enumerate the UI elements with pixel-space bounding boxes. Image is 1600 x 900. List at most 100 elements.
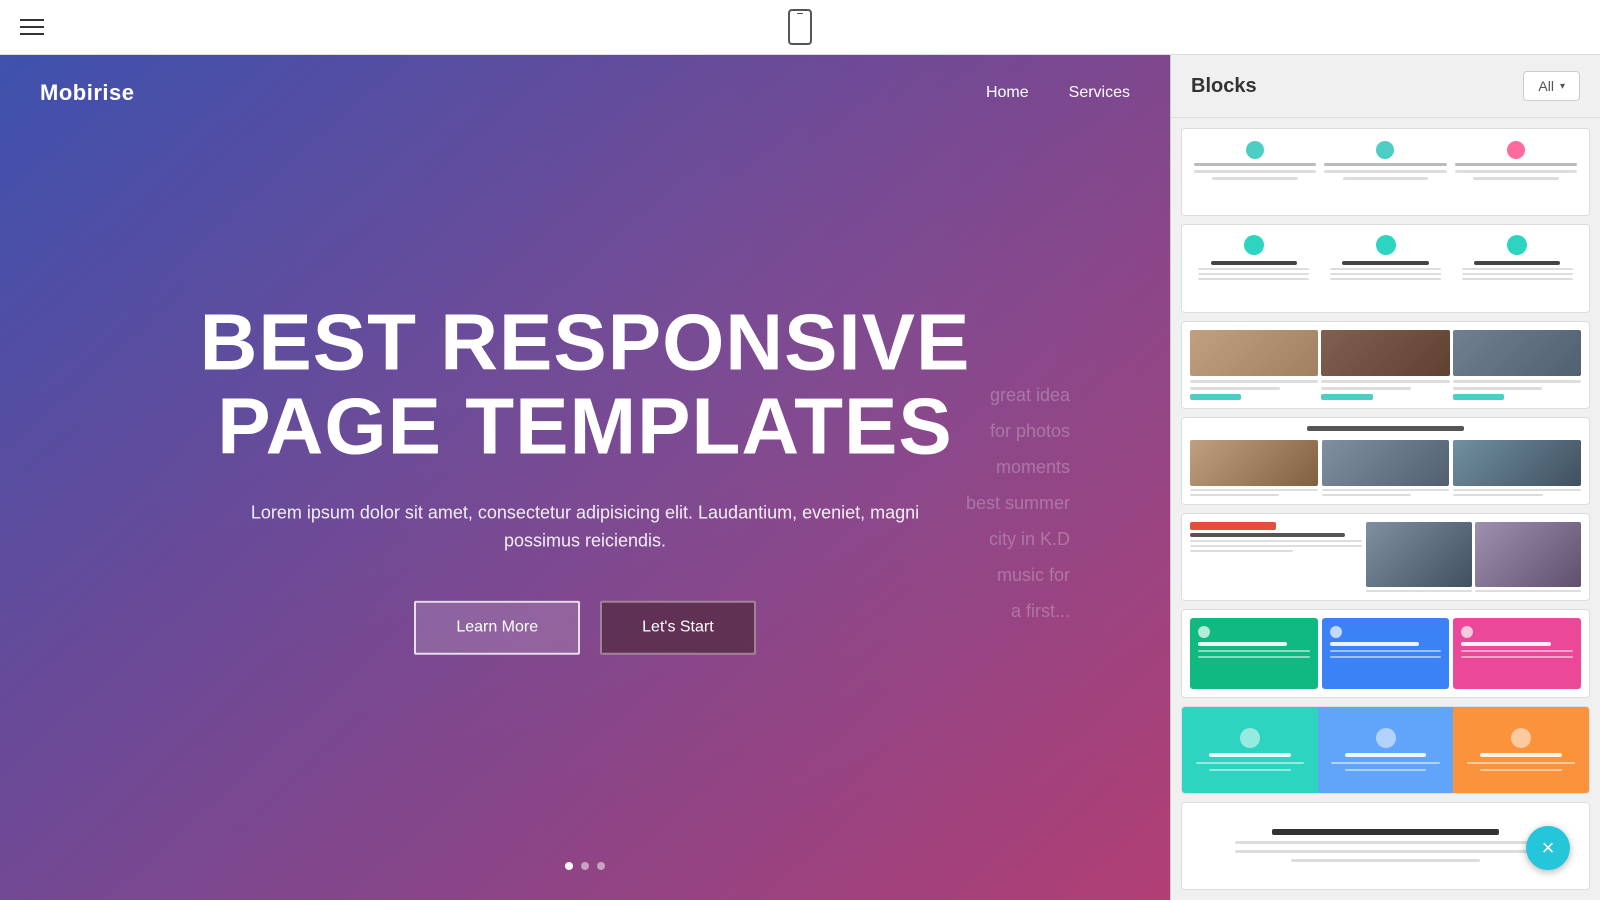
block-preview bbox=[1182, 225, 1589, 311]
box-col-teal bbox=[1182, 707, 1318, 793]
hero-content: BEST RESPONSIVE PAGE TEMPLATES Lorem ips… bbox=[135, 300, 1035, 655]
feature-col-1 bbox=[1194, 141, 1316, 180]
blog-text bbox=[1453, 489, 1581, 491]
f2-title bbox=[1211, 261, 1298, 265]
svc-col-pink bbox=[1453, 618, 1581, 688]
blog-col-2 bbox=[1322, 440, 1450, 496]
box-icon bbox=[1376, 728, 1396, 748]
f2-line bbox=[1462, 268, 1573, 270]
svc-line bbox=[1330, 656, 1442, 658]
hero-carousel-dots bbox=[565, 862, 605, 870]
block-thumbnail-features-teal[interactable] bbox=[1181, 224, 1590, 312]
f2-line bbox=[1198, 278, 1309, 280]
block-preview bbox=[1182, 707, 1589, 793]
feature-icon-3 bbox=[1507, 141, 1525, 159]
block-thumbnail-news[interactable] bbox=[1181, 513, 1590, 601]
blog-text bbox=[1453, 494, 1542, 496]
f2-line bbox=[1330, 268, 1441, 270]
box-text bbox=[1480, 769, 1561, 771]
svc-line bbox=[1461, 650, 1573, 652]
f2-title bbox=[1474, 261, 1561, 265]
photo-text bbox=[1190, 387, 1280, 390]
box-text bbox=[1467, 762, 1576, 764]
svc-col-blue bbox=[1322, 618, 1450, 688]
feature-icon-2 bbox=[1376, 141, 1394, 159]
learn-more-button[interactable]: Learn More bbox=[414, 601, 580, 655]
news-badge bbox=[1190, 522, 1276, 530]
carousel-dot-2[interactable] bbox=[581, 862, 589, 870]
news-left bbox=[1190, 522, 1362, 592]
svc-line bbox=[1330, 650, 1442, 652]
text-line bbox=[1455, 163, 1577, 166]
photo-text bbox=[1190, 380, 1318, 383]
f2-icon-3 bbox=[1507, 235, 1527, 255]
block-preview bbox=[1182, 129, 1589, 192]
blocks-panel-title: Blocks bbox=[1191, 75, 1257, 98]
f2-col-1 bbox=[1192, 235, 1316, 280]
f2-icon-2 bbox=[1376, 235, 1396, 255]
nav-services[interactable]: Services bbox=[1069, 84, 1130, 102]
nav-home[interactable]: Home bbox=[986, 84, 1029, 102]
news-img-2 bbox=[1475, 522, 1581, 587]
blog-col-1 bbox=[1190, 440, 1318, 496]
blog-row bbox=[1190, 440, 1581, 496]
news-img-1 bbox=[1366, 522, 1472, 587]
hamburger-menu[interactable] bbox=[20, 19, 44, 35]
hero-subtitle: Lorem ipsum dolor sit amet, consectetur … bbox=[235, 498, 935, 556]
svc-col-green bbox=[1190, 618, 1318, 688]
f2-icon-1 bbox=[1244, 235, 1264, 255]
svc-line bbox=[1198, 650, 1310, 652]
blog-img-3 bbox=[1453, 440, 1581, 486]
box-text bbox=[1345, 769, 1426, 771]
text-line bbox=[1324, 163, 1446, 166]
svc-icon bbox=[1461, 626, 1473, 638]
photo-text bbox=[1453, 380, 1581, 383]
close-blocks-panel-button[interactable]: × bbox=[1526, 826, 1570, 870]
text-line bbox=[1343, 177, 1429, 180]
photo-text bbox=[1321, 387, 1411, 390]
svc-icon bbox=[1198, 626, 1210, 638]
box-text bbox=[1331, 762, 1440, 764]
block-preview bbox=[1182, 610, 1589, 696]
blog-title bbox=[1307, 426, 1463, 431]
news-text bbox=[1475, 590, 1581, 592]
carousel-dot-1[interactable] bbox=[565, 862, 573, 870]
photo-img-3 bbox=[1453, 330, 1581, 376]
feature-icon-1 bbox=[1246, 141, 1264, 159]
photo-btn bbox=[1190, 394, 1241, 400]
text-line bbox=[1194, 170, 1316, 173]
toolbar bbox=[0, 0, 1600, 55]
block-thumbnail-blog-grid[interactable] bbox=[1181, 417, 1590, 505]
carousel-dot-3[interactable] bbox=[597, 862, 605, 870]
filter-label: All bbox=[1538, 78, 1554, 94]
hamburger-line-1 bbox=[20, 19, 44, 21]
f2-line bbox=[1462, 273, 1573, 275]
f2-title bbox=[1342, 261, 1429, 265]
news-line bbox=[1190, 550, 1293, 552]
phone-icon bbox=[788, 9, 812, 45]
news-right bbox=[1366, 522, 1581, 592]
blocks-list bbox=[1171, 118, 1600, 900]
f2-line bbox=[1198, 268, 1309, 270]
news-img-col-2 bbox=[1475, 522, 1581, 592]
box-title bbox=[1480, 753, 1561, 757]
f2-line bbox=[1198, 273, 1309, 275]
box-col-orange bbox=[1453, 707, 1589, 793]
svc-line bbox=[1461, 656, 1573, 658]
blocks-filter-button[interactable]: All ▾ bbox=[1523, 71, 1580, 101]
photo-text bbox=[1321, 380, 1449, 383]
lets-start-button[interactable]: Let's Start bbox=[600, 601, 756, 655]
blog-text bbox=[1322, 494, 1411, 496]
block-thumbnail-photo-grid[interactable] bbox=[1181, 321, 1590, 409]
text-line bbox=[1212, 177, 1298, 180]
hero-buttons: Learn More Let's Start bbox=[135, 601, 1035, 655]
box-title bbox=[1209, 753, 1290, 757]
block-thumbnail-colored-services[interactable] bbox=[1181, 609, 1590, 697]
hero-section: great ideafor photosmomentsbest summerci… bbox=[0, 55, 1170, 900]
main-area: great ideafor photosmomentsbest summerci… bbox=[0, 55, 1600, 900]
block-thumbnail-features-icons[interactable] bbox=[1181, 128, 1590, 216]
block-thumbnail-colored-boxes[interactable] bbox=[1181, 706, 1590, 794]
device-preview-toggle[interactable] bbox=[788, 9, 812, 45]
f2-col-3 bbox=[1455, 235, 1579, 280]
svc-line bbox=[1198, 656, 1310, 658]
